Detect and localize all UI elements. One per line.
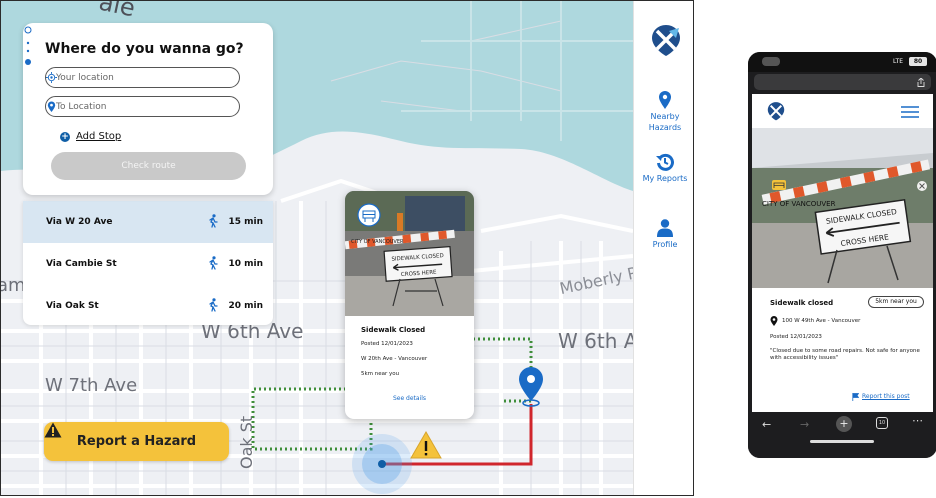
from-input[interactable] [56,70,206,85]
hazard-card-title: Sidewalk Closed [361,326,426,334]
route-time: 20 min [228,301,263,311]
to-input[interactable] [56,99,206,114]
route-name: Via Oak St [46,301,99,311]
share-icon[interactable] [917,78,925,87]
phone-header [752,94,933,128]
hazard-card-distance: 5km near you [361,371,400,377]
plus-icon: + [60,131,70,142]
home-indicator [810,440,874,443]
hazard-card-location: W 20th Ave - Vancouver [361,356,428,362]
battery-indicator: 80 [909,57,927,66]
camera-pill [762,57,780,66]
new-tab-icon[interactable]: + [836,416,852,432]
hazard-card-posted: Posted 12/01/2023 [361,341,413,347]
map-label-oak: Oak St [237,415,256,469]
see-details-link[interactable]: See details [345,395,474,402]
route-options-list: Via W 20 Ave 15 min Via Cambie St 10 min… [23,201,273,325]
map-pin-icon [47,101,56,112]
flag-icon [852,393,859,401]
nav-label: My Reports [642,174,688,183]
phone-hazard-description: "Closed due to some road repairs. Not sa… [770,348,920,361]
photo-city-label: CITY OF VANCOUVER [351,239,404,245]
route-name: Via Cambie St [46,259,117,269]
app-logo [767,102,785,121]
forward-arrow-icon[interactable]: → [800,418,809,431]
add-stop-label: Add Stop [76,131,122,142]
hazard-photo: SIDEWALK CLOSED CROSS HERE CITY OF VANCO… [345,191,474,316]
app-logo [652,25,680,56]
photo-city-label: CITY OF VANCOUVER [762,200,836,208]
location-pin-icon [770,316,778,326]
locate-icon[interactable] [46,72,57,83]
phone-hazard-posted: Posted 12/01/2023 [770,334,822,340]
more-options-icon[interactable]: ⋯ [912,414,923,427]
mobile-phone-mockup: LTE 80 SIDEWALK CLOSED CROSS HERE CITY O… [748,52,936,458]
map-view[interactable]: ale am W 6th Ave W 6th A W 7th Ave Mober… [1,1,633,495]
from-field[interactable] [45,67,240,88]
nav-label: Nearby Hazards [648,112,682,132]
route-name: Via W 20 Ave [46,217,113,227]
hazard-warning-icon[interactable] [410,430,442,459]
walking-icon [209,298,218,312]
to-field[interactable] [45,96,240,117]
map-label-left: am [1,275,26,296]
report-hazard-label: Report a Hazard [76,434,197,449]
history-icon [656,153,674,171]
map-label-w6th-right: W 6th A [558,329,633,353]
person-icon [657,219,673,237]
nav-sidebar: Nearby Hazards My Reports Profile [633,1,693,495]
map-label-w7th: W 7th Ave [45,375,138,396]
search-title: Where do you wanna go? [45,41,244,57]
walking-icon [209,214,218,228]
tab-count-icon[interactable]: 10 [876,417,888,429]
sidewalk-closed-photo: SIDEWALK CLOSED CROSS HERE CITY OF VANCO… [752,128,933,288]
phone-hazard-address: 100 W 49th Ave - Vancouver [782,318,861,324]
report-hazard-button[interactable]: Report a Hazard [44,422,229,461]
walking-icon [209,256,218,270]
phone-distance-badge: 5km near you [868,296,924,308]
hazard-popup-card[interactable]: SIDEWALK CLOSED CROSS HERE CITY OF VANCO… [345,191,474,419]
phone-status-bar: LTE 80 [748,52,936,72]
phone-hazard-title: Sidewalk closed [770,299,834,307]
map-pin-icon [659,91,671,109]
warning-icon [44,422,62,438]
add-stop-link[interactable]: + Add Stop [60,131,121,142]
destination-pin-icon[interactable] [519,367,543,407]
route-option[interactable]: Via W 20 Ave 15 min [23,201,273,243]
route-time: 15 min [228,217,263,227]
desktop-app-window: ale am W 6th Ave W 6th A W 7th Ave Mober… [0,0,694,496]
check-route-button[interactable]: Check route [51,152,246,180]
nav-nearby-hazards[interactable]: Nearby Hazards [634,91,693,133]
route-dots-icon [24,26,32,65]
nav-label: Profile [652,240,678,249]
route-time: 10 min [228,259,263,269]
route-search-panel: Where do you wanna go? + Add Stop [23,23,273,195]
phone-web-page: SIDEWALK CLOSED CROSS HERE CITY OF VANCO… [752,94,933,412]
sidewalk-closed-photo: SIDEWALK CLOSED CROSS HERE CITY OF VANCO… [345,191,474,316]
hazard-photo-large: SIDEWALK CLOSED CROSS HERE CITY OF VANCO… [752,128,933,288]
route-option[interactable]: Via Cambie St 10 min [23,243,273,285]
current-location-dot [378,460,386,468]
browser-toolbar: ← → + 10 ⋯ [748,412,936,458]
back-arrow-icon[interactable]: ← [762,418,771,431]
browser-url-bar[interactable] [754,74,931,90]
nav-profile[interactable]: Profile [634,219,693,250]
route-option[interactable]: Via Oak St 20 min [23,285,273,325]
nav-my-reports[interactable]: My Reports [634,153,693,184]
carrier-label: LTE [893,58,903,65]
report-post-link[interactable]: Report this post [862,393,910,400]
hamburger-menu-icon[interactable] [901,106,919,118]
screenshot: ale am W 6th Ave W 6th A W 7th Ave Mober… [0,0,936,498]
